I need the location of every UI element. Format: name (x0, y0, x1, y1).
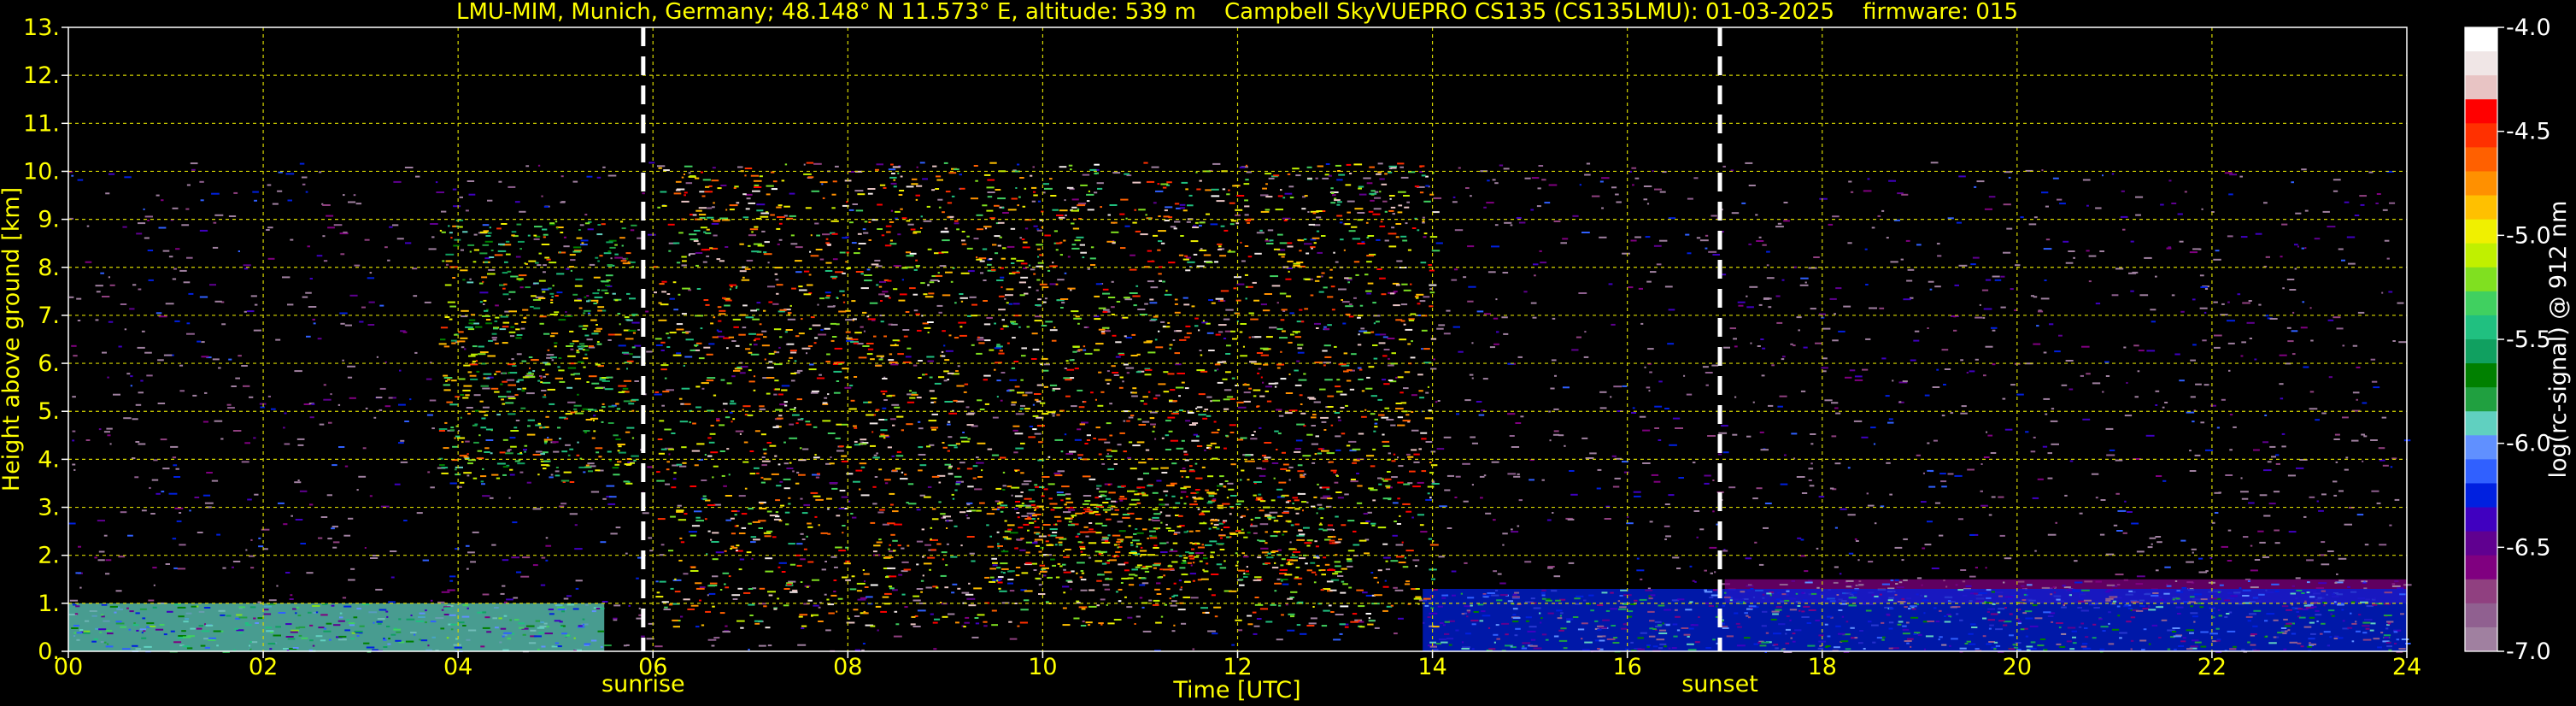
colorbar (2464, 26, 2498, 652)
colorbar-tick-label: -5.5 (2506, 327, 2551, 353)
x-tick-label: 04 (443, 654, 472, 680)
colorbar-swatch (2465, 219, 2497, 244)
colorbar-swatch (2465, 411, 2497, 436)
data-region-4 (1423, 589, 2411, 653)
colorbar-swatch (2465, 243, 2497, 268)
x-axis-label: Time [UTC] (1172, 677, 1300, 703)
y-tick-label: 12. (23, 62, 60, 89)
colorbar-swatch (2465, 627, 2497, 652)
y-tick-label: 3. (38, 495, 60, 521)
colorbar-swatch (2465, 315, 2497, 340)
data-region-0 (68, 603, 612, 653)
colorbar-label: log(rc-signal) @ 912 nm (2545, 201, 2572, 479)
colorbar-tick-label: -6.5 (2506, 534, 2551, 561)
colorbar-swatch (2465, 363, 2497, 388)
colorbar-swatch (2465, 51, 2497, 76)
colorbar-swatch (2465, 459, 2497, 485)
colorbar-swatch (2465, 267, 2497, 292)
colorbar-swatch (2465, 579, 2497, 604)
y-tick-label: 4. (38, 446, 60, 473)
colorbar-swatch (2465, 147, 2497, 173)
colorbar-tick-label: -5.0 (2506, 222, 2551, 249)
chart-title: LMU-MIM, Munich, Germany; 48.148° N 11.5… (456, 0, 2018, 25)
x-tick-label: 02 (249, 654, 278, 680)
ceilometer-chart: 0.1.2.3.4.5.6.7.8.9.10.11.12.13. 00 02 04 0… (0, 0, 2576, 706)
marker-label-sunset: sunset (1681, 671, 1758, 697)
colorbar-swatch (2465, 123, 2497, 148)
colorbar-swatch (2465, 339, 2497, 364)
colorbar-tick-label: -6.0 (2506, 431, 2551, 457)
y-tick-label: 13. (23, 15, 60, 41)
x-tick-label: 16 (1612, 654, 1641, 680)
colorbar-swatch (2465, 603, 2497, 628)
y-tick-label: 9. (38, 207, 60, 233)
x-tick-label: 08 (833, 654, 862, 680)
y-axis-label: Height above ground [km] (0, 187, 25, 491)
y-tick-label: 5. (38, 398, 60, 425)
colorbar-swatch (2465, 75, 2497, 100)
x-tick-label: 18 (1808, 654, 1837, 680)
y-tick-label: 10. (23, 158, 60, 185)
colorbar-swatch (2465, 171, 2497, 197)
colorbar-swatch (2465, 291, 2497, 316)
x-tick-label: 10 (1028, 654, 1057, 680)
x-tick-label: 14 (1417, 654, 1446, 680)
colorbar-swatch (2465, 507, 2497, 532)
y-tick-label: 1. (38, 591, 60, 617)
y-tick-label: 2. (38, 543, 60, 569)
x-tick-label: 20 (2003, 654, 2032, 680)
colorbar-tick-label: -7.0 (2506, 638, 2551, 665)
y-tick-label: 7. (38, 303, 60, 329)
colorbar-swatch (2465, 387, 2497, 412)
colorbar-swatch (2465, 531, 2497, 556)
colorbar-swatch (2465, 555, 2497, 580)
colorbar-tick-label: -4.0 (2506, 15, 2551, 41)
colorbar-swatch (2465, 195, 2497, 221)
colorbar-tick-label: -4.5 (2506, 119, 2551, 145)
colorbar-swatch (2465, 27, 2497, 52)
marker-label-sunrise: sunrise (601, 671, 685, 697)
y-tick-label: 6. (38, 350, 60, 377)
y-tick-label: 11. (23, 110, 60, 137)
plot-area (67, 26, 2412, 653)
colorbar-swatch (2465, 435, 2497, 460)
x-tick-label: 22 (2198, 654, 2227, 680)
x-tick-label: 24 (2392, 654, 2421, 680)
y-tick-label: 8. (38, 255, 60, 281)
x-tick-label: 00 (54, 654, 83, 680)
colorbar-swatch (2465, 99, 2497, 124)
colorbar-swatch (2465, 483, 2497, 509)
